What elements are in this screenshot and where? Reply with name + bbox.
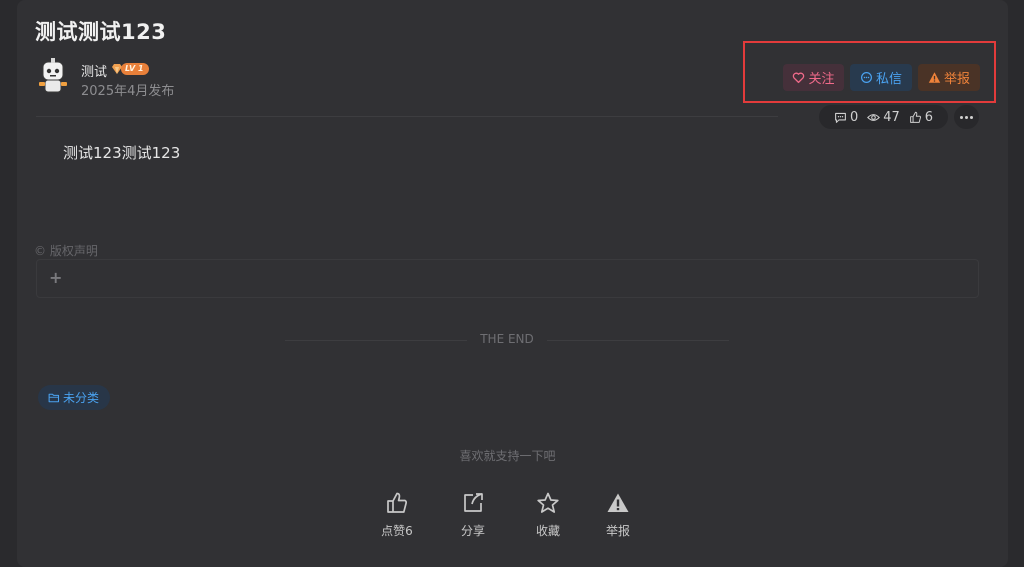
header-divider [36, 116, 778, 117]
thumbs-up-icon [909, 111, 921, 123]
category-tag[interactable]: 未分类 [38, 385, 111, 410]
end-divider-right [547, 340, 729, 341]
dot-icon [970, 115, 973, 119]
view-count: 47 [867, 110, 900, 125]
author-avatar[interactable] [36, 58, 70, 96]
view-count-value: 47 [883, 109, 900, 125]
expand-icon[interactable]: + [49, 268, 62, 287]
like-count[interactable]: 6 [909, 110, 933, 125]
like-action[interactable]: 点赞6 [367, 491, 427, 539]
report-action-label: 举报 [605, 524, 630, 538]
favorite-action[interactable]: 收藏 [518, 491, 578, 539]
comment-count-value: 0 [849, 109, 859, 125]
more-options-button[interactable] [954, 105, 979, 129]
the-end-label: THE END [480, 332, 534, 346]
share-action-label: 分享 [460, 524, 485, 538]
support-text: 喜欢就支持一下吧 [459, 449, 556, 463]
author-name[interactable]: 测试 [81, 61, 107, 80]
thumbs-up-icon [387, 492, 408, 513]
highlight-box [743, 41, 996, 103]
end-divider-left [285, 340, 467, 341]
copyright-panel[interactable] [36, 259, 979, 298]
dot-icon [965, 115, 968, 119]
category-label: 未分类 [63, 391, 100, 405]
post-stats: 0 47 6 [819, 105, 948, 129]
eye-icon [867, 113, 881, 121]
like-count-value: 6 [924, 109, 934, 125]
like-action-label: 点赞6 [381, 524, 413, 538]
share-icon [464, 493, 483, 512]
post-content: 测试123测试123 [63, 144, 181, 162]
comment-icon [835, 112, 846, 123]
copyright-label: © 版权声明 [34, 244, 98, 258]
publish-date: 2025年4月发布 [81, 84, 175, 99]
dot-icon [960, 115, 963, 119]
warning-icon [607, 493, 629, 512]
folder-icon [48, 393, 60, 402]
share-action[interactable]: 分享 [443, 491, 503, 539]
favorite-action-label: 收藏 [535, 524, 560, 538]
level-text: LV 1 [121, 63, 149, 75]
post-title: 测试测试123 [35, 20, 167, 44]
comment-count[interactable]: 0 [834, 110, 858, 125]
report-action[interactable]: 举报 [588, 491, 648, 539]
level-badge: LV 1 [111, 62, 149, 76]
star-icon [537, 492, 559, 513]
